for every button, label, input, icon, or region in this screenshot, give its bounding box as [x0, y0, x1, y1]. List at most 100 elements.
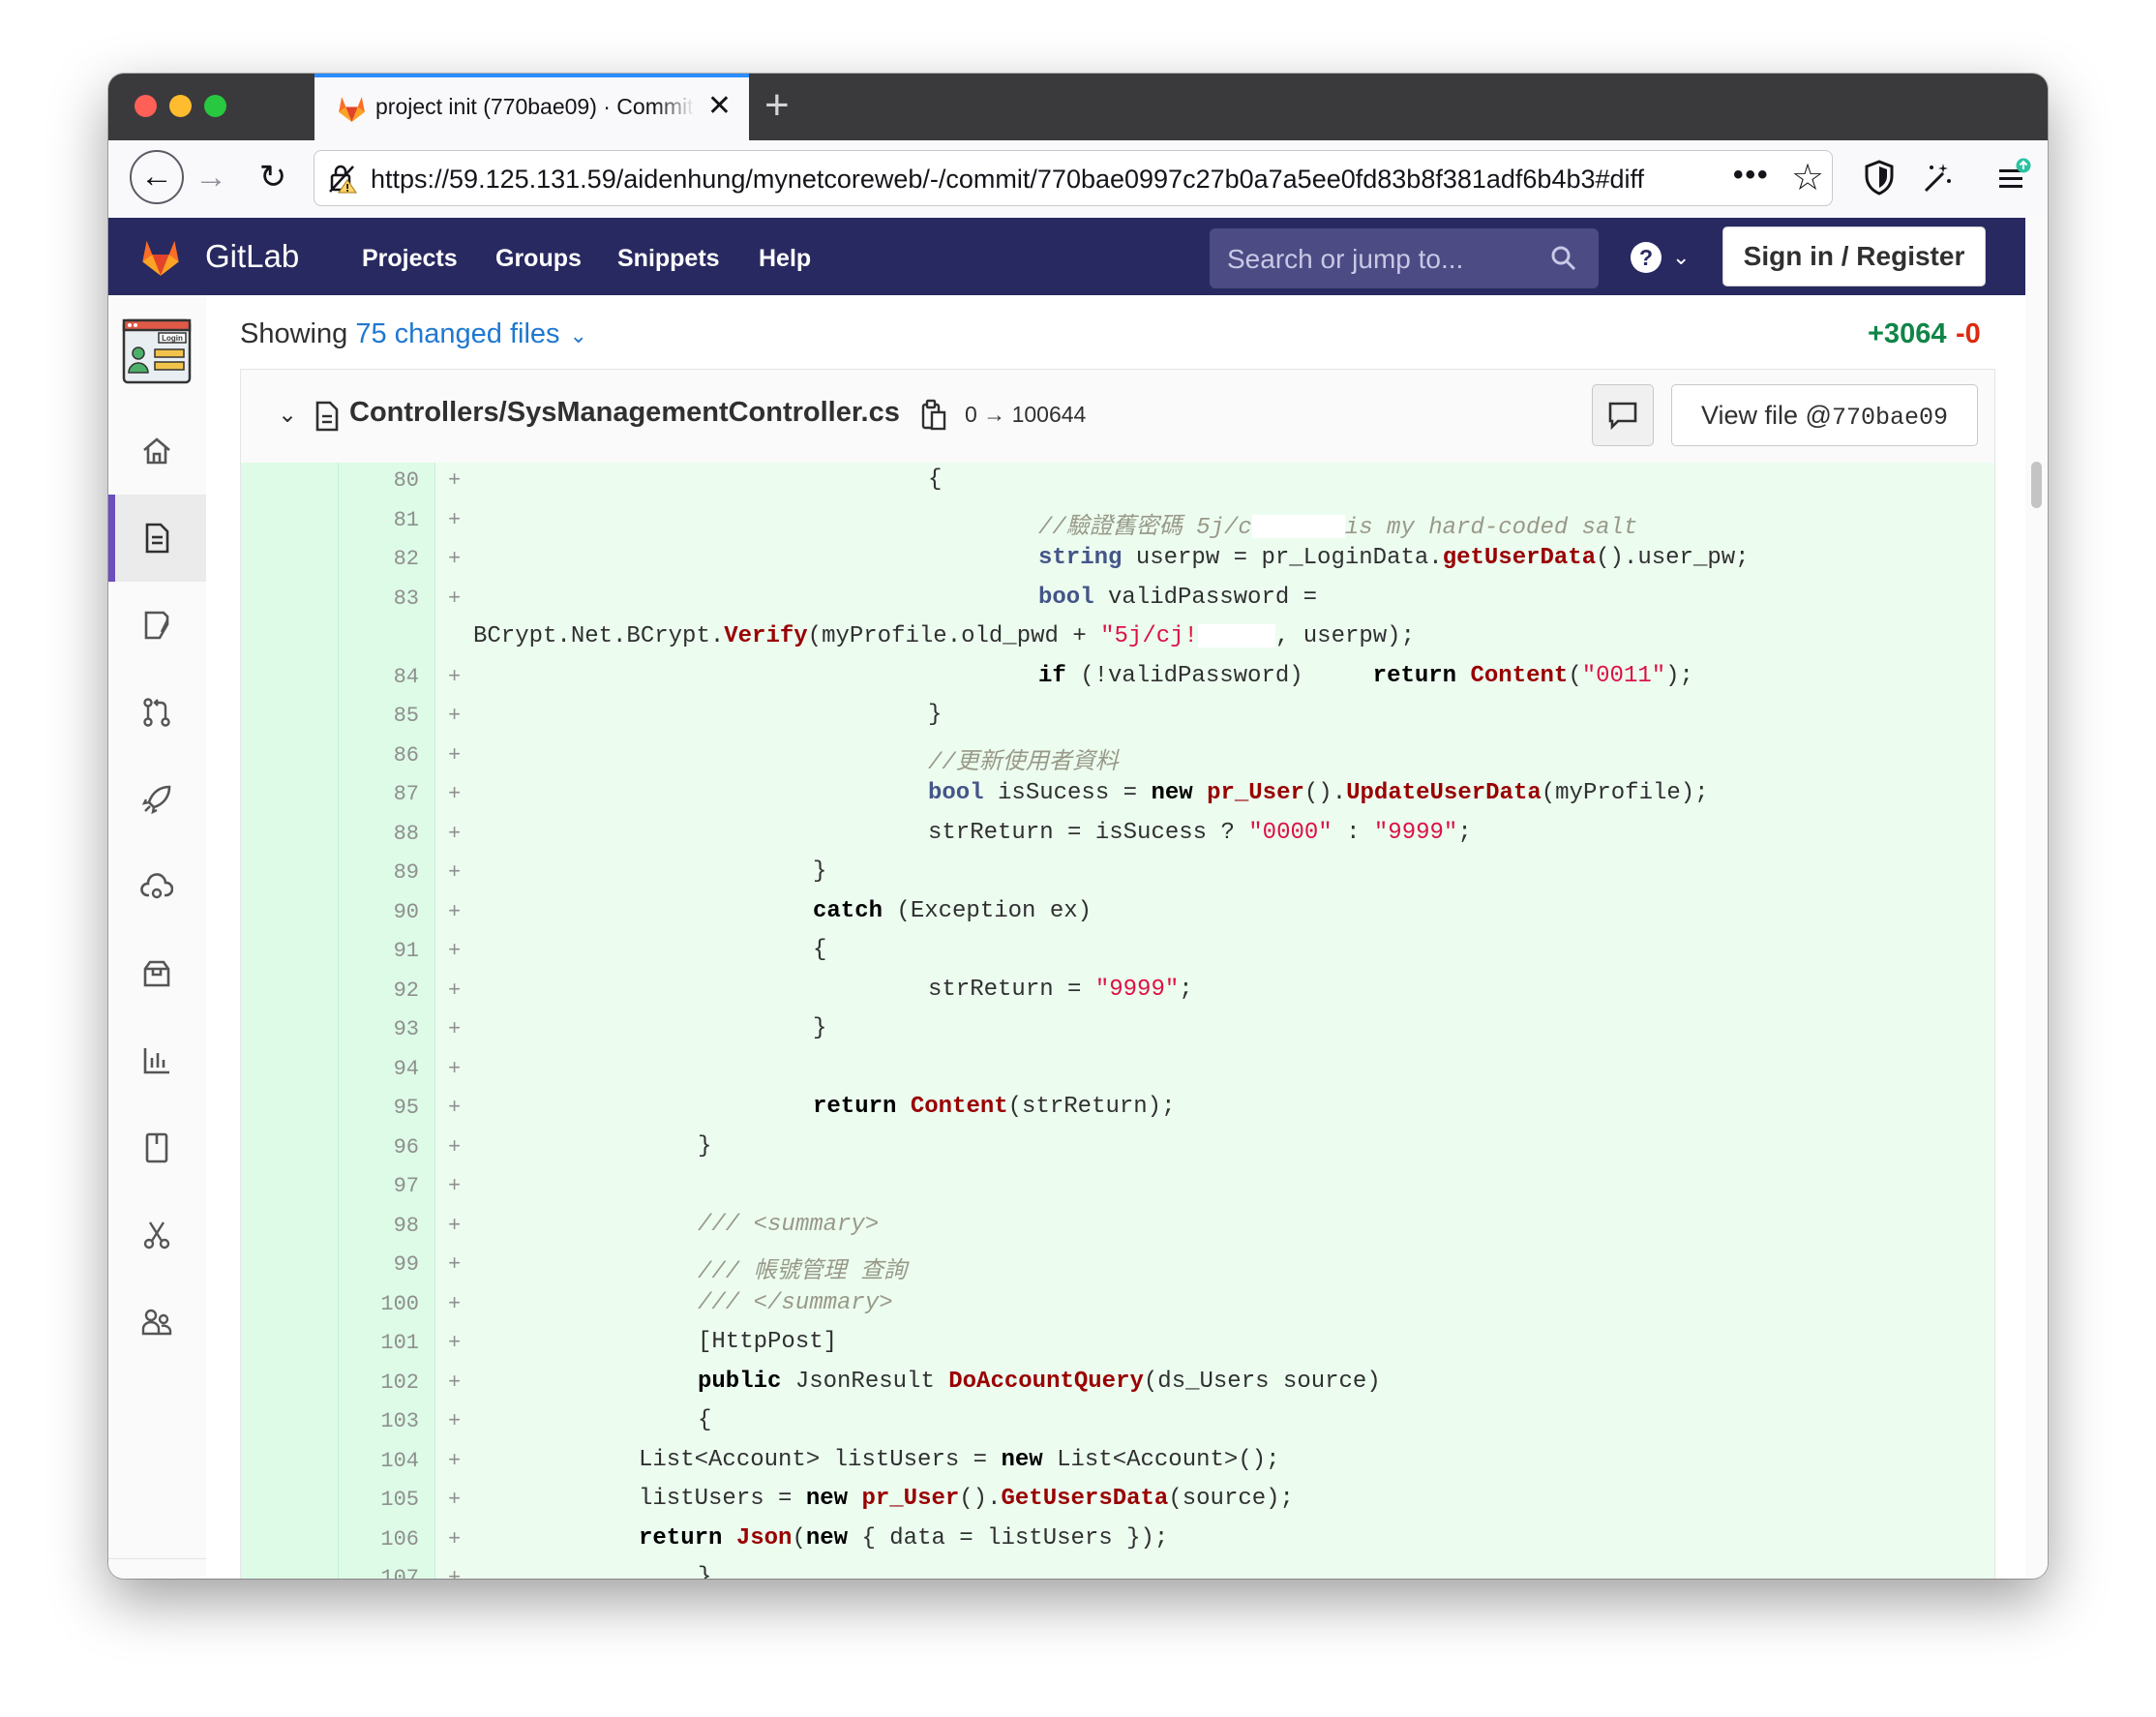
code-token: ; — [1179, 976, 1193, 1003]
line-number[interactable]: 83 — [338, 587, 419, 611]
line-number[interactable]: 98 — [338, 1214, 419, 1238]
changed-files-dropdown[interactable]: 75 changed files — [355, 318, 559, 349]
new-tab-button[interactable]: + — [764, 81, 790, 130]
insecure-lock-icon[interactable] — [328, 163, 357, 194]
toggle-comments-button[interactable] — [1592, 384, 1654, 446]
code-line: } — [813, 858, 826, 885]
nav-groups[interactable]: Groups — [495, 245, 582, 273]
code-line: { — [928, 467, 942, 493]
sidebar-item-analytics[interactable] — [108, 1017, 206, 1104]
gitlab-brand[interactable]: GitLab — [205, 238, 299, 275]
page-scrollbar[interactable] — [2025, 218, 2048, 1579]
added-line-marker: + — [448, 899, 462, 924]
line-number[interactable]: 84 — [338, 665, 419, 689]
line-number[interactable]: 106 — [338, 1527, 419, 1551]
line-number[interactable]: 82 — [338, 547, 419, 571]
nav-snippets[interactable]: Snippets — [617, 245, 720, 273]
collapse-file-chevron-icon[interactable]: ⌄ — [278, 401, 297, 429]
line-number[interactable]: 80 — [338, 468, 419, 493]
help-icon[interactable]: ? — [1630, 241, 1662, 274]
code-token: ; — [1457, 819, 1472, 846]
line-number[interactable]: 93 — [338, 1017, 419, 1041]
sidebar-item-issues[interactable] — [108, 582, 206, 669]
code-token: (source); — [1168, 1486, 1294, 1512]
sidebar-item-packages[interactable] — [108, 930, 206, 1017]
nav-help[interactable]: Help — [759, 245, 811, 273]
line-number[interactable]: 101 — [338, 1331, 419, 1355]
bookmark-star-icon[interactable]: ☆ — [1791, 157, 1824, 199]
forward-arrow-icon[interactable]: → — [184, 150, 238, 204]
view-file-button[interactable]: View file @770bae09 — [1671, 384, 1978, 446]
line-number[interactable]: 88 — [338, 822, 419, 846]
browser-tab[interactable]: project init (770bae09) · Commits ✕ — [314, 74, 749, 140]
back-arrow-icon[interactable]: ← — [130, 150, 184, 204]
sidebar-item-cicd[interactable] — [108, 756, 206, 843]
nav-projects[interactable]: Projects — [362, 245, 458, 273]
file-path[interactable]: Controllers/SysManagementController.cs — [349, 397, 900, 429]
sidebar-item-members[interactable] — [108, 1279, 206, 1366]
added-line-marker: + — [448, 821, 462, 846]
code-token: } — [813, 858, 827, 885]
sidebar-item-operations[interactable] — [108, 843, 206, 930]
project-avatar[interactable]: Login — [122, 316, 192, 386]
code-token: UpdateUserData — [1346, 780, 1542, 806]
sidebar-item-wiki[interactable] — [108, 1104, 206, 1191]
line-number[interactable]: 89 — [338, 860, 419, 885]
more-dots-icon[interactable]: ••• — [1733, 159, 1770, 192]
code-token: Content — [1470, 662, 1569, 689]
line-number[interactable]: 103 — [338, 1409, 419, 1433]
copy-path-icon[interactable] — [920, 399, 947, 432]
sidebar-item-snippets[interactable] — [108, 1191, 206, 1279]
line-number[interactable]: 87 — [338, 782, 419, 806]
line-number[interactable]: 92 — [338, 979, 419, 1003]
address-bar[interactable]: https://59.125.131.59/aidenhung/mynetcor… — [314, 150, 1833, 206]
search-icon — [1551, 246, 1576, 271]
tab-title: project init (770bae09) · Commits — [375, 94, 695, 120]
added-line-marker: + — [448, 1566, 462, 1579]
collapse-sidebar-button[interactable] — [108, 1558, 206, 1579]
line-number[interactable]: 105 — [338, 1488, 419, 1512]
line-number[interactable]: 99 — [338, 1252, 419, 1277]
added-line-marker: + — [448, 1096, 462, 1120]
line-number[interactable]: 107 — [338, 1566, 419, 1579]
line-number[interactable]: 81 — [338, 508, 419, 532]
reload-icon[interactable]: ↻ — [246, 150, 300, 204]
line-number[interactable]: 95 — [338, 1096, 419, 1120]
code-token: new — [805, 1524, 849, 1551]
code-token: (). — [959, 1486, 1002, 1512]
sidebar-item-repository[interactable] — [108, 495, 206, 582]
line-number[interactable]: 85 — [338, 704, 419, 728]
menu-hamburger-icon[interactable] — [1993, 158, 2032, 196]
scrollbar-thumb[interactable] — [2031, 462, 2042, 508]
gitlab-logo-icon[interactable] — [137, 235, 184, 280]
line-number[interactable]: 104 — [338, 1449, 419, 1473]
code-token: BCrypt.Net.BCrypt. — [473, 623, 725, 649]
sidebar-item-project[interactable] — [108, 407, 206, 495]
line-number[interactable]: 102 — [338, 1371, 419, 1395]
chevron-down-icon[interactable]: ⌄ — [570, 323, 587, 347]
view-file-label: View file @ — [1701, 401, 1832, 430]
line-number[interactable]: 90 — [338, 900, 419, 924]
shield-icon[interactable] — [1860, 158, 1899, 196]
close-window-button[interactable] — [135, 95, 157, 117]
code-line: /// <summary> — [698, 1212, 879, 1238]
code-token: bool — [1038, 584, 1094, 611]
help-chevron-down-icon[interactable]: ⌄ — [1672, 245, 1690, 270]
line-number[interactable]: 97 — [338, 1174, 419, 1198]
code-line: { — [698, 1407, 711, 1433]
line-number[interactable]: 91 — [338, 939, 419, 963]
gitlab-header: GitLab Projects Groups Snippets Help Sea… — [108, 218, 2025, 295]
line-number[interactable]: 96 — [338, 1135, 419, 1160]
line-number[interactable]: 86 — [338, 743, 419, 768]
signin-register-button[interactable]: Sign in / Register — [1722, 226, 1986, 286]
search-input[interactable]: Search or jump to... — [1210, 228, 1599, 288]
line-number[interactable]: 94 — [338, 1057, 419, 1081]
magic-wand-icon[interactable] — [1918, 158, 1957, 196]
merge-requests-icon — [143, 698, 170, 727]
sidebar-item-merge-requests[interactable] — [108, 669, 206, 756]
tab-close-icon[interactable]: ✕ — [707, 89, 732, 124]
line-number[interactable]: 100 — [338, 1292, 419, 1316]
zoom-window-button[interactable] — [204, 95, 226, 117]
minimize-window-button[interactable] — [169, 95, 192, 117]
